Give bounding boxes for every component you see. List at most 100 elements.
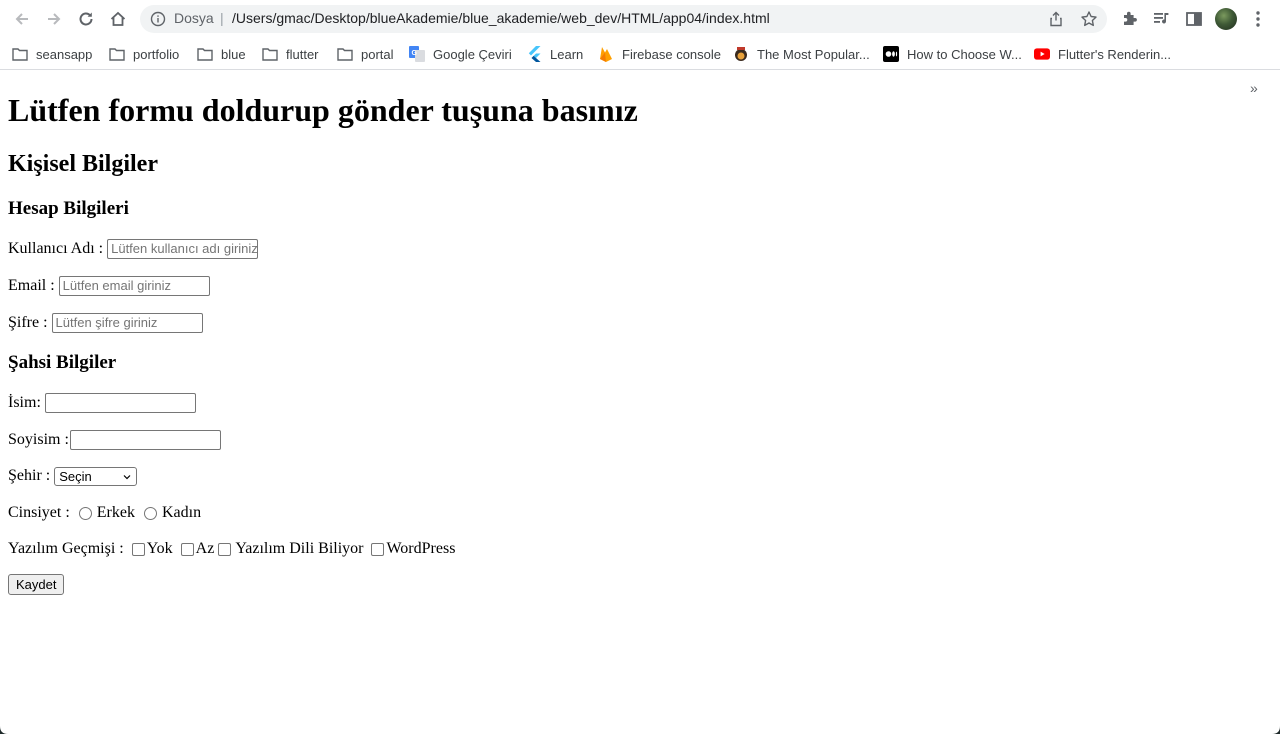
google-translate-icon: G bbox=[409, 46, 425, 62]
bookmark-label: flutter bbox=[286, 46, 319, 62]
city-row: Şehir : Seçin bbox=[8, 466, 138, 486]
experience-checkbox-yok[interactable] bbox=[131, 542, 145, 556]
reload-icon bbox=[79, 12, 93, 26]
bookmark-flutter[interactable]: flutter bbox=[262, 43, 319, 65]
username-input[interactable]: Lütfen kullanıcı adı giriniz bbox=[107, 239, 259, 259]
bookmark-most-popular[interactable]: The Most Popular... bbox=[733, 43, 870, 65]
arrow-left-icon bbox=[15, 13, 28, 25]
bookmark-portal[interactable]: portal bbox=[337, 43, 394, 65]
username-row: Kullanıcı Adı : Lütfen kullanıcı adı gir… bbox=[8, 239, 259, 259]
browser-toolbar: Dosya | /Users/gmac/Desktop/blueAkademie… bbox=[0, 0, 1280, 38]
name-label: İsim: bbox=[8, 394, 41, 411]
gender-option-label: Kadın bbox=[161, 504, 202, 521]
site-icon bbox=[733, 46, 749, 62]
city-label: Şehir : bbox=[8, 467, 51, 484]
bookmark-flutters-rendering[interactable]: Flutter's Renderin... bbox=[1034, 43, 1171, 65]
surname-row: Soyisim : bbox=[8, 430, 221, 450]
extensions-icon[interactable] bbox=[1120, 9, 1140, 29]
bookmark-label: Flutter's Renderin... bbox=[1058, 46, 1172, 62]
folder-icon bbox=[12, 46, 28, 62]
side-panel-icon[interactable] bbox=[1184, 9, 1204, 29]
bookmark-google-ceviri[interactable]: G Google Çeviri bbox=[409, 43, 512, 65]
experience-option-label: Yazılım Dili Biliyor bbox=[235, 540, 364, 557]
section-title-private: Şahsi Bilgiler bbox=[8, 352, 117, 373]
surname-input[interactable] bbox=[69, 430, 221, 450]
gender-label: Cinsiyet : bbox=[8, 504, 70, 521]
email-input[interactable]: Lütfen email giriniz bbox=[58, 276, 210, 296]
folder-icon bbox=[262, 46, 278, 62]
folder-icon bbox=[109, 46, 125, 62]
bookmark-label: portfolio bbox=[133, 46, 180, 62]
gender-row: Cinsiyet : Erkek Kadın bbox=[8, 503, 201, 523]
more-menu-icon[interactable] bbox=[1250, 9, 1266, 29]
email-row: Email : Lütfen email giriniz bbox=[8, 276, 210, 296]
experience-label: Yazılım Geçmişi : bbox=[8, 540, 124, 557]
section-title-personal: Kişisel Bilgiler bbox=[8, 151, 158, 177]
address-bar[interactable]: Dosya | /Users/gmac/Desktop/blueAkademie… bbox=[140, 5, 1107, 33]
experience-checkbox-az[interactable] bbox=[180, 542, 194, 556]
section-title-account: Hesap Bilgileri bbox=[8, 198, 129, 219]
bookmark-firebase-console[interactable]: Firebase console bbox=[598, 43, 721, 65]
bookmark-label: seansapp bbox=[36, 46, 93, 62]
bookmark-label: The Most Popular... bbox=[757, 46, 870, 62]
bookmark-label: Google Çeviri bbox=[433, 46, 512, 62]
bookmark-label: How to Choose W... bbox=[907, 46, 1022, 62]
gender-radio-erkek[interactable] bbox=[78, 506, 92, 520]
bookmark-label: portal bbox=[361, 46, 394, 62]
flutter-icon bbox=[526, 46, 542, 62]
gender-radio-kadin[interactable] bbox=[143, 506, 157, 520]
experience-option-label: Yok bbox=[146, 540, 173, 557]
medium-icon bbox=[883, 46, 899, 62]
password-input[interactable]: Lütfen şifre giriniz bbox=[51, 313, 203, 333]
password-label: Şifre : bbox=[8, 314, 48, 331]
profile-avatar[interactable] bbox=[1215, 8, 1237, 30]
name-row: İsim: bbox=[8, 393, 196, 413]
page-title: Lütfen formu doldurup gönder tuşuna bası… bbox=[8, 92, 638, 128]
gender-option-label: Erkek bbox=[96, 504, 135, 521]
city-select[interactable]: Seçin bbox=[54, 466, 138, 486]
firebase-icon bbox=[598, 46, 614, 62]
url-text[interactable]: /Users/gmac/Desktop/blueAkademie/blue_ak… bbox=[232, 10, 770, 26]
home-icon bbox=[110, 11, 126, 26]
reload-button[interactable] bbox=[73, 7, 99, 31]
page-content: Lütfen formu doldurup gönder tuşuna bası… bbox=[0, 70, 1280, 734]
media-control-icon[interactable] bbox=[1152, 9, 1172, 29]
bookmark-label: Firebase console bbox=[622, 46, 721, 62]
scheme-separator: | bbox=[220, 10, 224, 26]
bookmark-star-icon[interactable] bbox=[1080, 10, 1098, 28]
experience-option-label: Az bbox=[195, 540, 215, 557]
folder-icon bbox=[197, 46, 213, 62]
bookmark-label: blue bbox=[221, 46, 246, 62]
bookmarks-bar: seansapp portfolio blue flutter portal G… bbox=[0, 38, 1280, 96]
share-icon[interactable] bbox=[1048, 11, 1064, 27]
submit-row: Kaydet bbox=[8, 574, 65, 595]
experience-checkbox-yazilim-dili[interactable] bbox=[218, 542, 232, 556]
bookmark-seansapp[interactable]: seansapp bbox=[12, 43, 92, 65]
window-bottom-corners bbox=[0, 726, 1280, 734]
back-button[interactable] bbox=[9, 7, 35, 31]
experience-checkbox-wordpress[interactable] bbox=[371, 542, 385, 556]
folder-icon bbox=[337, 46, 353, 62]
experience-row: Yazılım Geçmişi : Yok Az Yazılım Dili Bi… bbox=[8, 539, 455, 559]
name-input[interactable] bbox=[44, 393, 196, 413]
bookmark-blue[interactable]: blue bbox=[197, 43, 246, 65]
password-row: Şifre : Lütfen şifre giriniz bbox=[8, 313, 203, 333]
username-label: Kullanıcı Adı : bbox=[8, 240, 104, 257]
svg-text:G: G bbox=[412, 50, 418, 57]
bookmark-portfolio[interactable]: portfolio bbox=[109, 43, 179, 65]
info-icon[interactable] bbox=[150, 11, 166, 27]
arrow-right-icon bbox=[48, 13, 61, 25]
email-label: Email : bbox=[8, 277, 55, 294]
save-button[interactable]: Kaydet bbox=[8, 574, 65, 595]
forward-button[interactable] bbox=[41, 7, 67, 31]
bookmark-how-to-choose[interactable]: How to Choose W... bbox=[883, 43, 1022, 65]
youtube-icon bbox=[1034, 46, 1050, 62]
bookmark-learn[interactable]: Learn bbox=[526, 43, 583, 65]
home-button[interactable] bbox=[105, 7, 131, 31]
surname-label: Soyisim : bbox=[8, 431, 69, 448]
city-selected-value: Seçin bbox=[59, 468, 92, 484]
chevron-down-icon bbox=[123, 474, 131, 479]
scheme-label: Dosya bbox=[174, 10, 214, 26]
bookmark-label: Learn bbox=[550, 46, 584, 62]
experience-option-label: WordPress bbox=[386, 540, 456, 557]
